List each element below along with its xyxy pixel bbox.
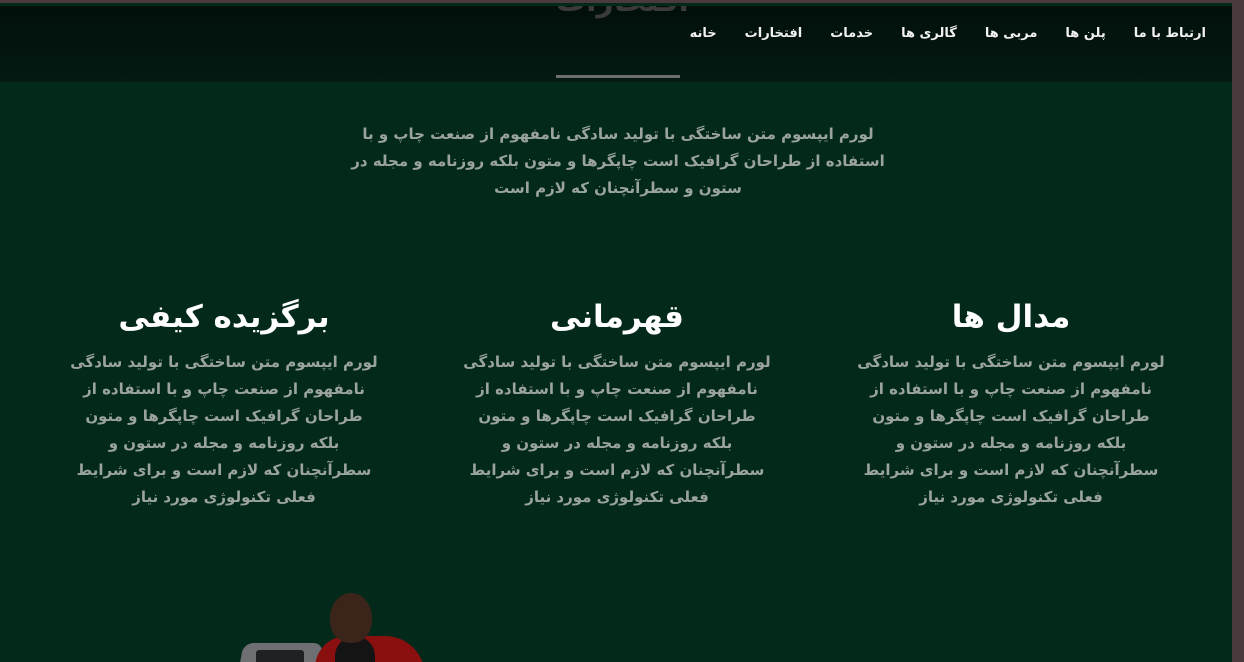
section-title: افتخارات <box>556 6 689 19</box>
feature-text: لورم ایپسوم متن ساختگی با تولید سادگی نا… <box>857 353 1165 506</box>
section-intro: لورم ایپسوم متن ساختگی با تولید سادگی نا… <box>351 125 885 197</box>
feature-text: لورم ایپسوم متن ساختگی با تولید سادگی نا… <box>463 353 771 506</box>
feature-medals: مدال ها لورم ایپسوم متن ساختگی با تولید … <box>851 293 1171 511</box>
nav-item-home[interactable]: خانه <box>676 26 731 41</box>
nav-item-plans[interactable]: پلن ها <box>1051 26 1119 41</box>
athlete-head <box>330 593 372 643</box>
treadmill-screen <box>256 650 304 662</box>
top-navbar: افتخارات خانه افتخارات خدمات گالری ها مر… <box>0 6 1232 82</box>
feature-text: لورم ایپسوم متن ساختگی با تولید سادگی نا… <box>70 353 378 506</box>
nav-item-gallery[interactable]: گالری ها <box>887 26 971 41</box>
feature-title: مدال ها <box>951 299 1071 335</box>
feature-quality: برگزیده کیفی لورم ایپسوم متن ساختگی با ت… <box>64 293 384 511</box>
nav-menu: خانه افتخارات خدمات گالری ها مربی ها پلن… <box>676 26 1220 41</box>
nav-item-honors[interactable]: افتخارات <box>731 26 817 41</box>
athlete-treadmill-image <box>230 588 430 662</box>
title-underline <box>556 75 680 78</box>
nav-item-services[interactable]: خدمات <box>816 26 887 41</box>
feature-championship: قهرمانی لورم ایپسوم متن ساختگی با تولید … <box>457 293 777 511</box>
nav-item-coaches[interactable]: مربی ها <box>971 26 1052 41</box>
window-scrollbar[interactable] <box>1232 3 1244 662</box>
feature-title: برگزیده کیفی <box>118 299 330 335</box>
feature-title: قهرمانی <box>550 299 684 335</box>
nav-item-contact[interactable]: ارتباط با ما <box>1120 26 1220 41</box>
